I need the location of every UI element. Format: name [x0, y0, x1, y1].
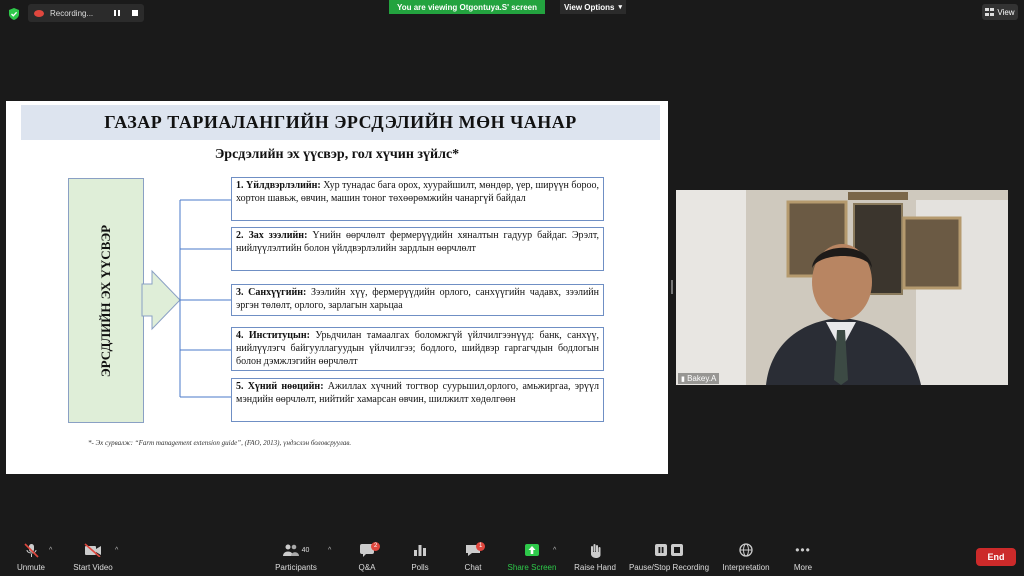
polls-icon — [414, 545, 426, 556]
participant-name: Bakey.A — [687, 374, 717, 383]
participants-icon — [282, 544, 299, 556]
risk-item-financial: 3. Санхүүгийн: Зээлийн хүү, фермерүүдийн… — [231, 284, 604, 316]
grid-icon — [985, 8, 995, 16]
qa-badge: 2 — [371, 542, 381, 551]
audio-options-caret[interactable]: ^ — [49, 547, 52, 554]
unmute-label: Unmute — [16, 563, 45, 572]
raise-hand-label: Raise Hand — [574, 563, 616, 572]
meeting-toolbar: Unmute ^ Start Video ^ 40 Participants ^… — [0, 540, 1024, 576]
shield-icon — [9, 8, 19, 20]
big-arrow — [141, 269, 181, 331]
chat-badge: 1 — [476, 542, 486, 551]
view-button[interactable]: View — [982, 4, 1018, 20]
pause-stop-label: Pause/Stop Recording — [628, 563, 710, 572]
shared-screen-slide: ГАЗАР ТАРИАЛАНГИЙН ЭРСДЭЛИЙН МӨН ЧАНАР Э… — [6, 101, 668, 474]
share-options-caret[interactable]: ^ — [553, 547, 556, 554]
share-screen-label: Share Screen — [507, 563, 557, 572]
stop-recording-button[interactable] — [128, 6, 142, 20]
viewing-banner: You are viewing Otgontuya.S' screen — [389, 0, 545, 14]
participants-caret[interactable]: ^ — [328, 547, 331, 554]
view-options-label: View Options — [563, 2, 615, 12]
signal-icon: ▮ — [681, 376, 685, 383]
stop-icon — [132, 10, 138, 16]
risk-item-head: 2. Зах зээлийн: — [236, 230, 308, 241]
participants-label: Participants — [275, 563, 317, 572]
risk-item-market: 2. Зах зээлийн: Үнийн өөрчлөлт фермерүүд… — [231, 227, 604, 271]
share-screen-icon — [525, 544, 539, 556]
pause-recording-button[interactable] — [110, 6, 124, 20]
start-video-label: Start Video — [73, 563, 113, 572]
risk-item-head: 1. Үйлдвэрлэлийн: — [236, 180, 321, 191]
risk-item-institutional: 4. Институцын: Урьдчилан тамаалгах болом… — [231, 327, 604, 371]
more-label: More — [793, 563, 813, 572]
view-label: View — [997, 7, 1015, 17]
risk-item-human: 5. Хүний нөөцийн: Ажиллах хүчний тогтвор… — [231, 378, 604, 422]
polls-button[interactable]: Polls — [405, 540, 435, 576]
video-options-caret[interactable]: ^ — [115, 547, 118, 554]
share-screen-button[interactable]: Share Screen — [506, 540, 558, 576]
participant-video — [676, 190, 1008, 385]
pause-stop-recording-button[interactable]: Pause/Stop Recording — [627, 540, 711, 576]
risk-item-head: 4. Институцын: — [236, 330, 310, 341]
raise-hand-icon — [591, 543, 601, 558]
video-off-icon — [84, 543, 101, 557]
recording-label: Recording... — [50, 8, 94, 18]
more-button[interactable]: ••• More — [788, 540, 818, 576]
participants-count: 40 — [301, 546, 310, 554]
risk-item-production: 1. Үйлдвэрлэлийн: Хур тунадас бага орох,… — [231, 177, 604, 221]
qa-label: Q&A — [358, 563, 376, 572]
participant-video-tile[interactable]: ▮ Bakey.A — [676, 190, 1008, 385]
pause-stop-icon — [655, 544, 683, 556]
risk-item-head: 5. Хүний нөөцийн: — [236, 381, 324, 392]
pause-icon — [114, 10, 120, 16]
raise-hand-button[interactable]: Raise Hand — [572, 540, 618, 576]
qa-button[interactable]: Q&A 2 — [352, 540, 382, 576]
globe-icon — [739, 543, 753, 557]
recording-icon — [34, 9, 44, 17]
interpretation-label: Interpretation — [722, 563, 770, 572]
unmute-button[interactable]: Unmute — [14, 540, 48, 576]
polls-label: Polls — [411, 563, 429, 572]
start-video-button[interactable]: Start Video — [70, 540, 116, 576]
view-options-button[interactable]: View Options ▾ — [560, 0, 626, 14]
more-dots-icon: ••• — [795, 543, 811, 557]
source-footnote: *- Эх сурвалж: “Farm management extensio… — [88, 439, 352, 447]
chat-label: Chat — [464, 563, 482, 572]
end-meeting-button[interactable]: End — [976, 548, 1016, 566]
interpretation-button[interactable]: Interpretation — [718, 540, 774, 576]
participants-button[interactable]: 40 Participants — [272, 540, 320, 576]
muted-mic-icon — [24, 543, 39, 558]
chevron-down-icon: ▾ — [618, 4, 623, 11]
recording-indicator: Recording... — [28, 4, 144, 22]
split-resize-handle[interactable] — [671, 280, 673, 294]
participant-name-tag: ▮ Bakey.A — [678, 373, 720, 384]
chat-button[interactable]: Chat 1 — [458, 540, 488, 576]
risk-item-head: 3. Санхүүгийн: — [236, 287, 307, 298]
